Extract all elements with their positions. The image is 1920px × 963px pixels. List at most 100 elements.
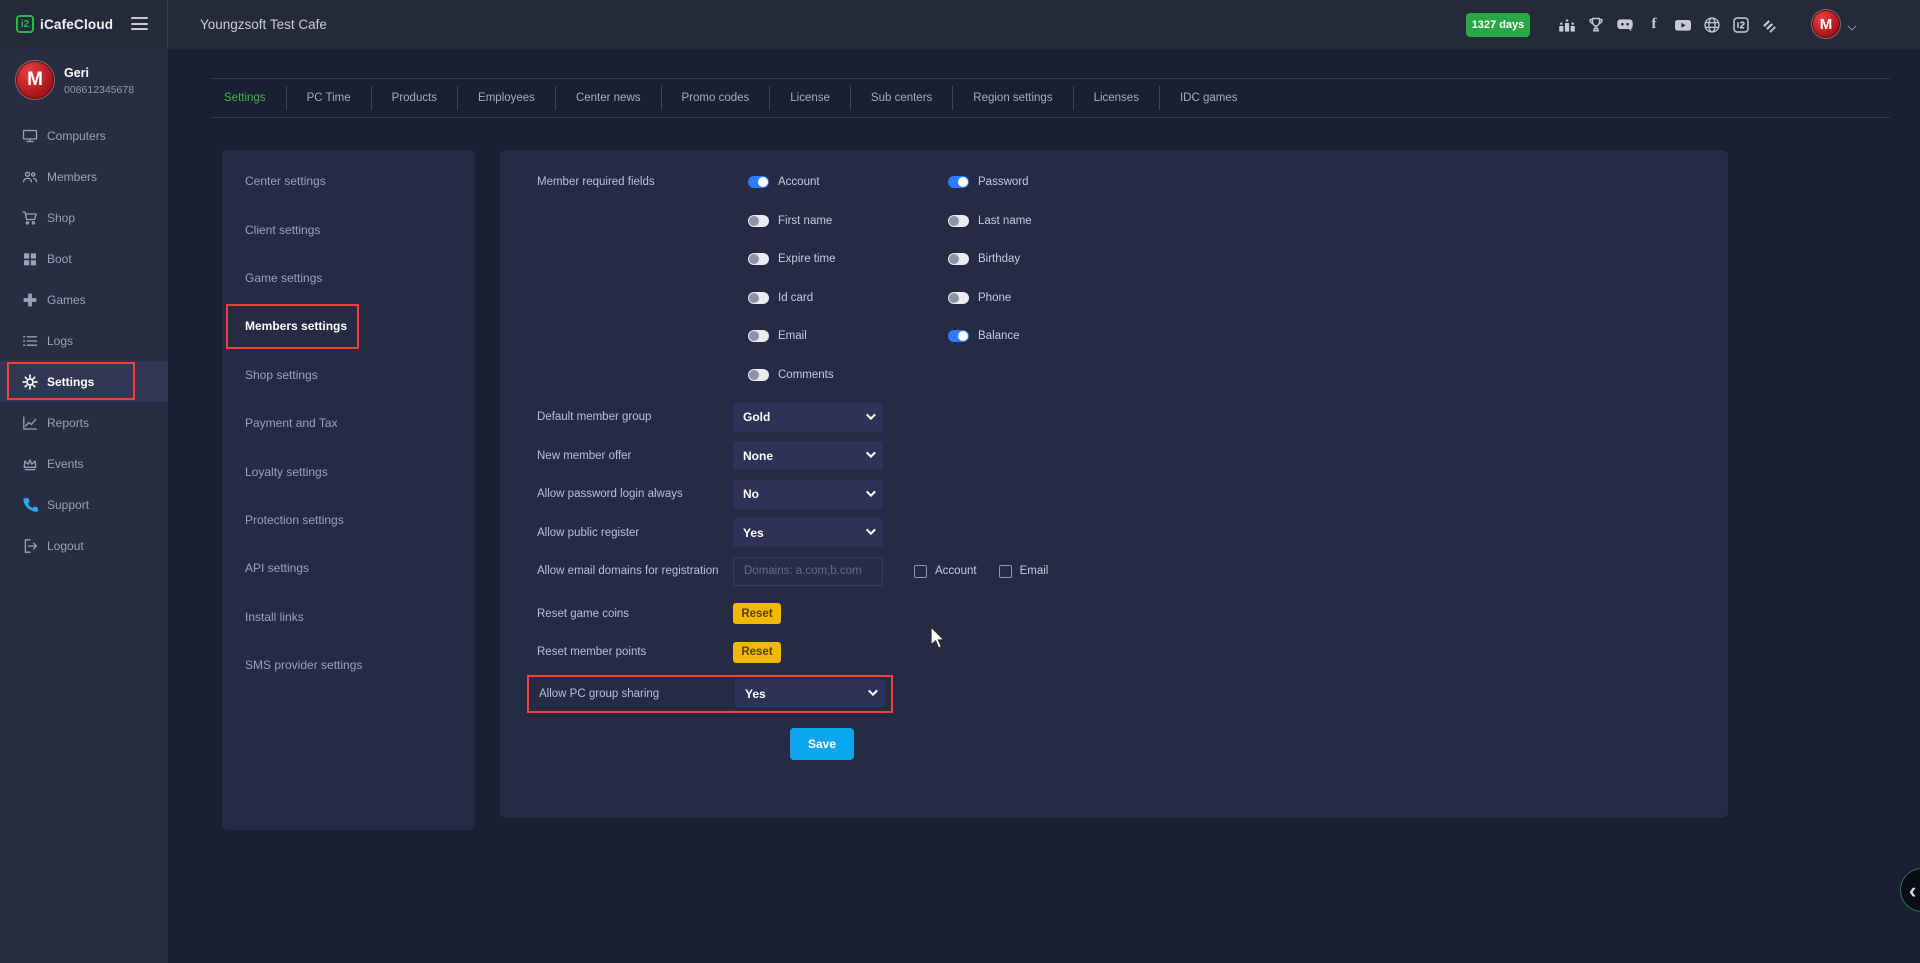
default-member-group-select[interactable]: Gold (733, 403, 883, 432)
toggle-row-expire-time: Expire time (733, 253, 933, 265)
toggle-row-email: Email (733, 330, 933, 342)
sidebar-item-logout[interactable]: Logout (0, 525, 168, 566)
allow-pc-group-sharing-row: Allow PC group sharing Yes (527, 675, 893, 714)
nav-install-links[interactable]: Install links (222, 593, 475, 641)
comments-toggle[interactable] (748, 369, 769, 381)
nav-loyalty-settings[interactable]: Loyalty settings (222, 447, 475, 495)
nav-shop-settings[interactable]: Shop settings (222, 351, 475, 399)
last-name-toggle[interactable] (948, 215, 969, 227)
first-name-toggle[interactable] (748, 215, 769, 227)
reset-game-coins-button[interactable]: Reset (733, 603, 781, 624)
nav-members-settings[interactable]: Members settings (222, 302, 475, 350)
tab-center-news[interactable]: Center news (555, 86, 661, 110)
nav-api-settings[interactable]: API settings (222, 544, 475, 592)
allow-pc-group-sharing-select[interactable]: Yes (735, 679, 885, 708)
toggle-label: Password (978, 176, 1029, 188)
chevron-down-icon[interactable] (1847, 21, 1856, 30)
facebook-icon[interactable]: f (1645, 16, 1663, 34)
tab-region-settings[interactable]: Region settings (952, 86, 1072, 110)
discord-icon[interactable] (1616, 16, 1634, 34)
sidebar-avatar[interactable]: M (16, 61, 54, 99)
tab-sub-centers[interactable]: Sub centers (850, 86, 952, 110)
email-domains-input[interactable] (733, 557, 883, 586)
tab-settings[interactable]: Settings (210, 86, 286, 110)
balance-toggle[interactable] (948, 330, 969, 342)
youtube-icon[interactable] (1674, 16, 1692, 34)
hamburger-menu-icon[interactable] (131, 17, 148, 34)
allow-password-login-select[interactable]: No (733, 480, 883, 509)
field-label: Allow PC group sharing (539, 688, 735, 700)
tab-idc-games[interactable]: IDC games (1159, 86, 1258, 110)
new-member-offer-select[interactable]: None (733, 441, 883, 470)
email-checkbox[interactable] (999, 565, 1012, 578)
tab-license[interactable]: License (769, 86, 850, 110)
toggle-row-phone: Phone (933, 292, 1148, 304)
sidebar-item-settings[interactable]: Settings (0, 361, 168, 402)
sidebar-item-events[interactable]: Events (0, 443, 168, 484)
nav-payment-and-tax[interactable]: Payment and Tax (222, 399, 475, 447)
tab-products[interactable]: Products (371, 86, 457, 110)
sidebar-item-support[interactable]: Support (0, 484, 168, 525)
save-button[interactable]: Save (790, 728, 854, 760)
reset-member-points-button[interactable]: Reset (733, 642, 781, 663)
icafecloud-site-icon[interactable] (1732, 16, 1750, 34)
tab-licenses[interactable]: Licenses (1073, 86, 1159, 110)
trophy-icon[interactable] (1587, 16, 1605, 34)
sidebar-item-reports[interactable]: Reports (0, 402, 168, 443)
collapse-panel-button[interactable]: ‹ (1900, 868, 1920, 912)
nav-center-settings[interactable]: Center settings (222, 157, 475, 205)
sidebar-item-label: Logout (47, 539, 84, 553)
settings-section-nav: Center settings Client settings Game set… (222, 150, 475, 830)
members-icon (22, 169, 38, 185)
nav-item-label: Client settings (245, 223, 320, 237)
email-toggle[interactable] (748, 330, 769, 342)
layers-icon[interactable] (1761, 16, 1779, 34)
toggle-label: Birthday (978, 253, 1020, 265)
sidebar-item-label: Events (47, 457, 84, 471)
support-icon (22, 497, 38, 513)
sidebar-item-boot[interactable]: Boot (0, 238, 168, 279)
phone-toggle[interactable] (948, 292, 969, 304)
topbar-icon-row: f (1558, 0, 1779, 49)
member-required-fields-row: Member required fields Account First nam… (537, 163, 1728, 394)
computers-icon (22, 128, 38, 144)
id-card-toggle[interactable] (748, 292, 769, 304)
toggle-row-first-name: First name (733, 215, 933, 227)
reset-game-coins-row: Reset game coins Reset (537, 595, 1728, 634)
nav-item-label: Game settings (245, 271, 322, 285)
chevron-down-icon (866, 487, 876, 497)
podium-icon[interactable] (1558, 16, 1576, 34)
allow-public-register-select[interactable]: Yes (733, 518, 883, 547)
nav-item-label: API settings (245, 561, 309, 575)
sidebar-item-label: Computers (47, 129, 106, 143)
globe-icon[interactable] (1703, 16, 1721, 34)
sidebar-item-computers[interactable]: Computers (0, 115, 168, 156)
tab-employees[interactable]: Employees (457, 86, 555, 110)
sidebar-item-shop[interactable]: Shop (0, 197, 168, 238)
nav-item-label: SMS provider settings (245, 658, 362, 672)
toggle-row-birthday: Birthday (933, 253, 1148, 265)
nav-client-settings[interactable]: Client settings (222, 205, 475, 253)
license-days-badge[interactable]: 1327 days (1466, 13, 1530, 37)
nav-protection-settings[interactable]: Protection settings (222, 496, 475, 544)
expire-time-toggle[interactable] (748, 253, 769, 265)
user-avatar[interactable]: M (1812, 10, 1840, 38)
sidebar-nav: Computers Members Shop Boot Games Logs (0, 115, 168, 566)
birthday-toggle[interactable] (948, 253, 969, 265)
account-toggle[interactable] (748, 176, 769, 188)
toggle-row-last-name: Last name (933, 215, 1148, 227)
email-domains-row: Allow email domains for registration Acc… (537, 552, 1728, 591)
password-toggle[interactable] (948, 176, 969, 188)
sidebar-item-logs[interactable]: Logs (0, 320, 168, 361)
required-fields-grid: Account First name Expire time Id card E… (733, 163, 1148, 394)
nav-sms-provider-settings[interactable]: SMS provider settings (222, 641, 475, 689)
account-checkbox[interactable] (914, 565, 927, 578)
tab-promo-codes[interactable]: Promo codes (661, 86, 770, 110)
tab-pc-time[interactable]: PC Time (286, 86, 371, 110)
sidebar-item-members[interactable]: Members (0, 156, 168, 197)
nav-game-settings[interactable]: Game settings (222, 254, 475, 302)
checkbox-label: Account (935, 565, 977, 577)
sidebar-item-label: Members (47, 170, 97, 184)
page-title: Youngzsoft Test Cafe (200, 0, 327, 49)
sidebar-item-games[interactable]: Games (0, 279, 168, 320)
